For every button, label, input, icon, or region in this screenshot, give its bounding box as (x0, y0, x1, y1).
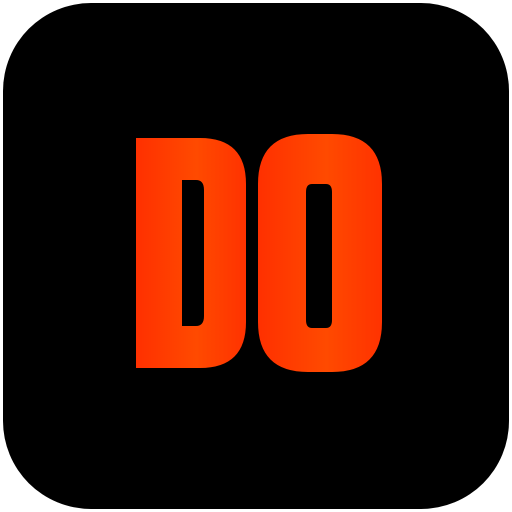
icon-background (3, 3, 509, 509)
app-icon (0, 0, 512, 512)
app-icon-svg (3, 3, 509, 509)
